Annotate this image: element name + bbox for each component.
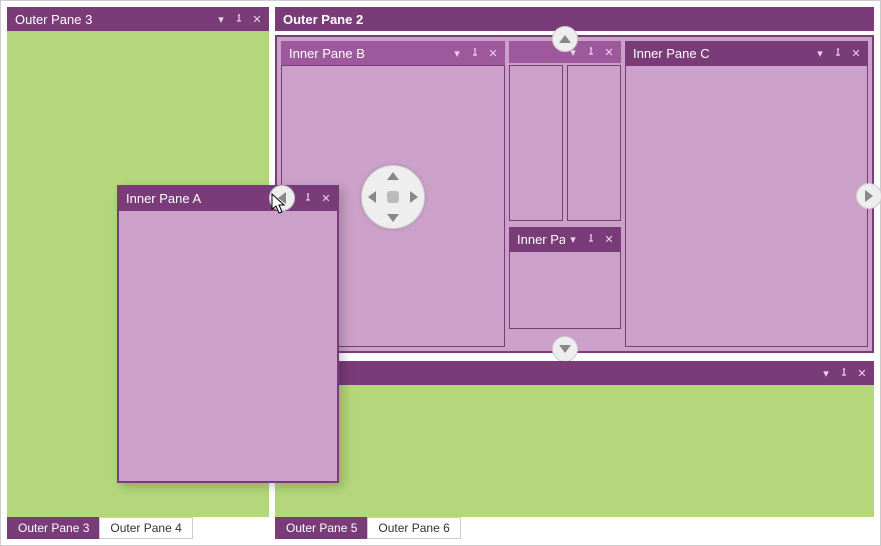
close-icon[interactable]: ✕	[485, 45, 501, 61]
close-icon[interactable]: ✕	[601, 231, 617, 247]
pin-icon[interactable]	[830, 45, 846, 61]
outer-pane-2-title: Outer Pane 2	[279, 12, 870, 27]
dock-edge-left[interactable]	[269, 185, 295, 211]
close-icon[interactable]: ✕	[249, 11, 265, 27]
pin-icon[interactable]	[583, 44, 599, 60]
inner-pa-title: Inner Pa	[513, 232, 565, 247]
tab-outer-pane-3[interactable]: Outer Pane 3	[7, 517, 100, 539]
inner-pane-a-body	[118, 210, 338, 482]
right-tab-strip: Outer Pane 5 Outer Pane 6	[275, 517, 874, 539]
outer-pane-3-title: Outer Pane 3	[11, 12, 213, 27]
dock-compass[interactable]	[361, 165, 425, 229]
inner-pane-c-title: Inner Pane C	[629, 46, 812, 61]
pin-icon[interactable]	[300, 190, 316, 206]
dock-edge-right[interactable]	[856, 183, 881, 209]
close-icon[interactable]: ✕	[854, 365, 870, 381]
inner-pane-a-titlebar[interactable]: Inner Pane A ✕	[118, 186, 338, 210]
outer-pane-2-titlebar[interactable]: Outer Pane 2	[275, 7, 874, 31]
inner-pane-b-titlebar[interactable]: Inner Pane B ▾ ✕	[281, 41, 505, 65]
dropdown-icon[interactable]: ▾	[213, 11, 229, 27]
inner-narrow-right-body	[567, 65, 621, 221]
pin-icon[interactable]	[583, 231, 599, 247]
close-icon[interactable]: ✕	[318, 190, 334, 206]
pin-icon[interactable]	[836, 365, 852, 381]
dock-up-icon[interactable]	[387, 172, 399, 180]
tab-outer-pane-5[interactable]: Outer Pane 5	[275, 517, 368, 539]
close-icon[interactable]: ✕	[601, 44, 617, 60]
pin-icon[interactable]	[231, 11, 247, 27]
pin-icon[interactable]	[467, 45, 483, 61]
dock-down-icon[interactable]	[387, 214, 399, 222]
dock-edge-bottom[interactable]	[552, 336, 578, 362]
close-icon[interactable]: ✕	[848, 45, 864, 61]
dropdown-icon[interactable]: ▾	[818, 365, 834, 381]
dock-right-icon[interactable]	[410, 191, 418, 203]
dock-edge-top[interactable]	[552, 26, 578, 52]
lower-pane-titlebar[interactable]: ▾ ✕	[275, 361, 874, 385]
dock-left-icon[interactable]	[368, 191, 376, 203]
left-tab-strip: Outer Pane 3 Outer Pane 4	[7, 517, 269, 539]
dropdown-icon[interactable]: ▾	[565, 231, 581, 247]
outer-pane-3-titlebar[interactable]: Outer Pane 3 ▾ ✕	[7, 7, 269, 31]
inner-pane-b-title: Inner Pane B	[285, 46, 449, 61]
inner-narrow-left-body	[509, 65, 563, 221]
inner-pane-c-body	[625, 65, 868, 347]
dropdown-icon[interactable]: ▾	[449, 45, 465, 61]
dock-center-icon[interactable]	[387, 191, 399, 203]
inner-pa-body	[509, 251, 621, 329]
outer-pane-5-body	[275, 385, 874, 517]
dropdown-icon[interactable]: ▾	[812, 45, 828, 61]
inner-pa-titlebar[interactable]: Inner Pa ▾ ✕	[509, 227, 621, 251]
tab-outer-pane-4[interactable]: Outer Pane 4	[99, 517, 192, 539]
inner-pane-c-titlebar[interactable]: Inner Pane C ▾ ✕	[625, 41, 868, 65]
tab-outer-pane-6[interactable]: Outer Pane 6	[367, 517, 460, 539]
